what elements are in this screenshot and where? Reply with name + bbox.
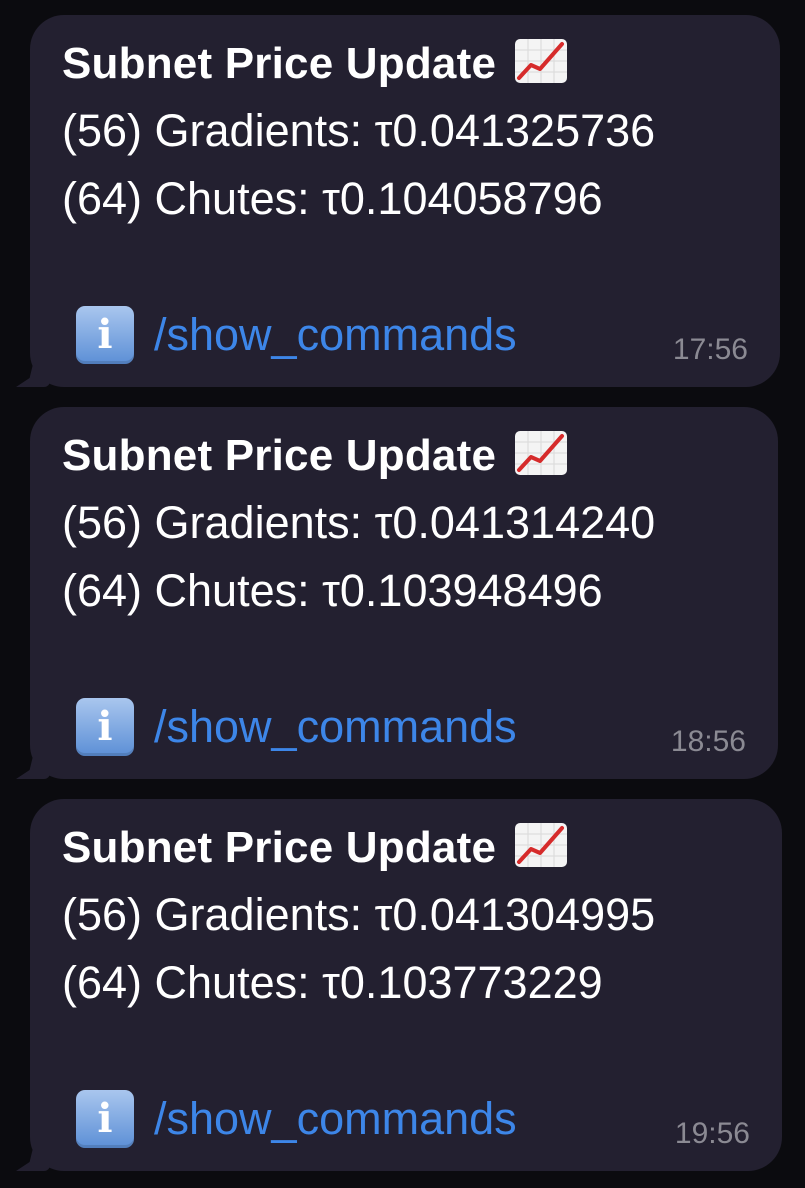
message-time: 18:56 — [670, 725, 746, 758]
message-footer: i /show_commands — [76, 305, 517, 365]
message-title: Subnet Price Update — [62, 37, 568, 91]
chat-background: Subnet Price Update (56) Gradients: τ0.0… — [0, 0, 805, 1188]
message-bubble[interactable]: Subnet Price Update (56) Gradients: τ0.0… — [16, 799, 782, 1171]
show-commands-link[interactable]: /show_commands — [154, 1093, 517, 1145]
information-icon: i — [76, 306, 134, 364]
message-bubble[interactable]: Subnet Price Update (56) Gradients: τ0.0… — [16, 15, 780, 387]
message-title-text: Subnet Price Update — [62, 39, 497, 88]
gradients-price: (56) Gradients: τ0.041314240 — [62, 497, 656, 548]
message-title-text: Subnet Price Update — [62, 431, 497, 480]
bubble-tail — [16, 749, 50, 779]
message-time: 17:56 — [672, 333, 748, 366]
bubble-tail — [16, 1141, 50, 1171]
chart-increasing-icon — [515, 39, 568, 83]
gradients-price: (56) Gradients: τ0.041325736 — [62, 105, 656, 156]
chutes-price: (64) Chutes: τ0.104058796 — [62, 173, 603, 224]
message-title: Subnet Price Update — [62, 821, 568, 875]
message-title-text: Subnet Price Update — [62, 823, 497, 872]
chart-increasing-icon — [515, 823, 568, 867]
chutes-price: (64) Chutes: τ0.103773229 — [62, 957, 603, 1008]
message-time: 19:56 — [674, 1117, 750, 1150]
gradients-price: (56) Gradients: τ0.041304995 — [62, 889, 656, 940]
bubble-tail — [16, 357, 50, 387]
show-commands-link[interactable]: /show_commands — [154, 309, 517, 361]
message-footer: i /show_commands — [76, 697, 517, 757]
message-bubble[interactable]: Subnet Price Update (56) Gradients: τ0.0… — [16, 407, 778, 779]
chutes-price: (64) Chutes: τ0.103948496 — [62, 565, 603, 616]
information-icon: i — [76, 1090, 134, 1148]
chart-increasing-icon — [515, 431, 568, 475]
message-footer: i /show_commands — [76, 1089, 517, 1149]
information-icon: i — [76, 698, 134, 756]
show-commands-link[interactable]: /show_commands — [154, 701, 517, 753]
message-title: Subnet Price Update — [62, 429, 568, 483]
